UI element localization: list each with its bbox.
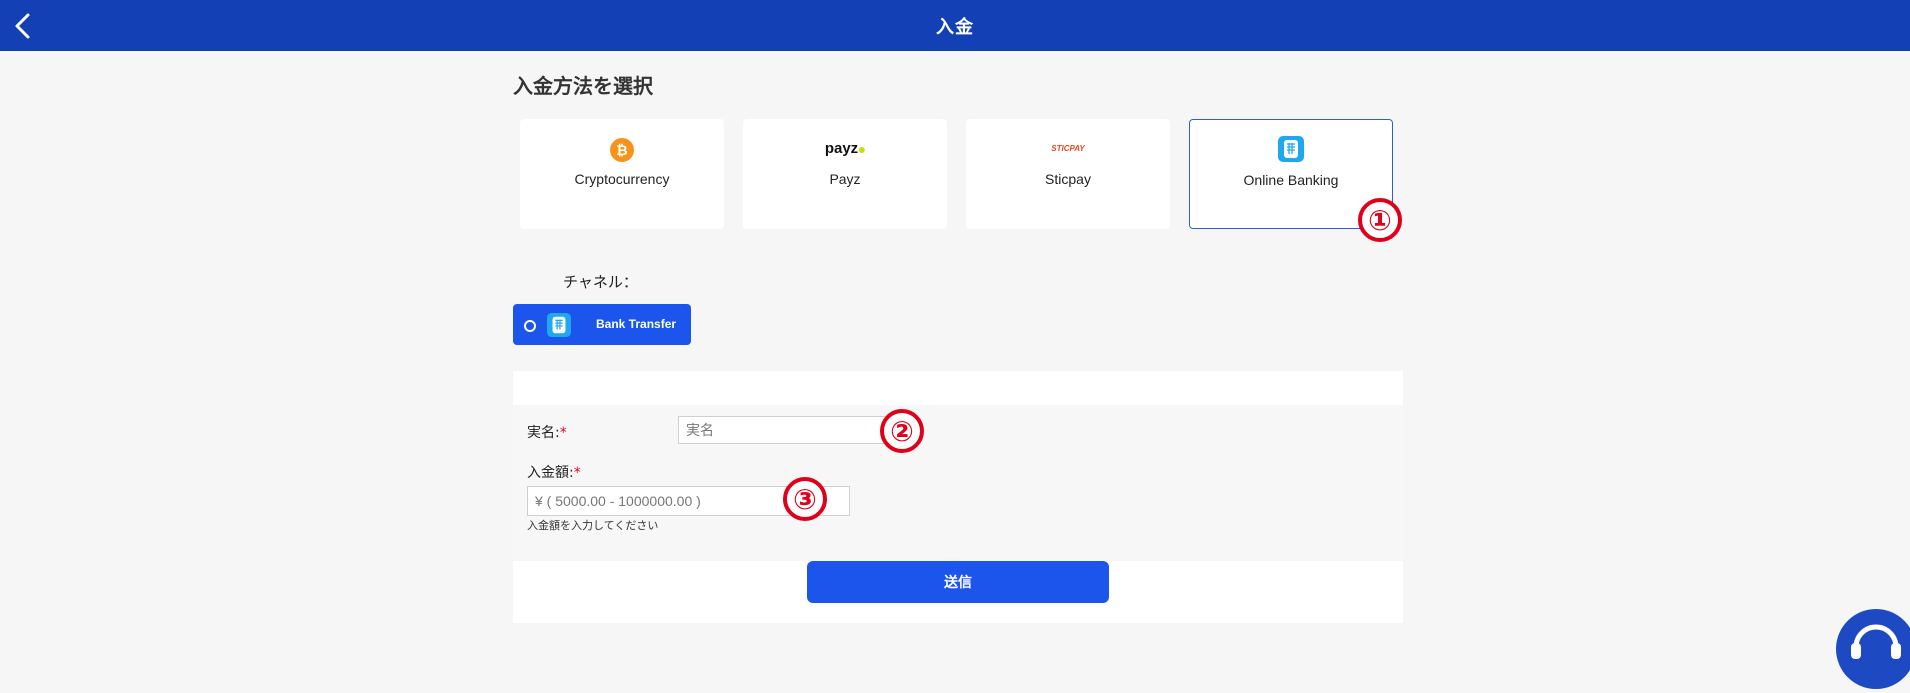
real-name-label: 実名:*: [527, 422, 567, 442]
sticpay-logo: STICPAY: [1051, 144, 1084, 153]
bank-transfer-icon: [547, 313, 571, 341]
amount-label-text: 入金額:: [527, 465, 574, 481]
method-card-cryptocurrency[interactable]: ₿ Cryptocurrency: [520, 119, 724, 229]
submit-button[interactable]: 送信: [807, 561, 1109, 603]
method-label: Online Banking: [1243, 172, 1339, 188]
amount-label: 入金額:*: [527, 462, 581, 482]
payz-logo: payz: [824, 140, 866, 157]
bitcoin-icon: ₿: [610, 138, 634, 166]
form-area: [513, 405, 1403, 561]
channel-option-bank-transfer[interactable]: Bank Transfer: [513, 304, 691, 345]
section-title: 入金方法を選択: [513, 74, 653, 98]
headset-icon: [1851, 624, 1901, 659]
annotation-marker-2: ②: [880, 409, 924, 453]
method-label: Cryptocurrency: [574, 171, 670, 187]
method-label: Payz: [829, 171, 861, 187]
channel-label: チャネル：: [563, 273, 638, 291]
customer-support-button[interactable]: [1836, 609, 1910, 689]
method-card-payz[interactable]: payz Payz: [743, 119, 947, 229]
payz-dot-icon: [859, 147, 866, 153]
online-banking-icon: [1278, 136, 1304, 166]
annotation-marker-1: ①: [1358, 198, 1402, 242]
amount-hint: 入金額を入力してください: [527, 519, 659, 532]
required-mark: *: [559, 425, 567, 441]
svg-text:₿: ₿: [616, 143, 627, 159]
header-bar: 入金: [0, 0, 1910, 51]
required-mark: *: [573, 465, 581, 481]
payz-logo-text: payz: [824, 140, 859, 157]
real-name-label-text: 実名:: [527, 425, 560, 441]
method-label: Sticpay: [1045, 171, 1091, 187]
real-name-input[interactable]: [678, 416, 890, 444]
annotation-marker-3: ③: [783, 477, 827, 521]
channel-option-label: Bank Transfer: [596, 317, 677, 331]
sticpay-logo-text: STICPAY: [1051, 144, 1085, 153]
page-title: 入金: [936, 17, 974, 38]
method-card-sticpay[interactable]: STICPAY Sticpay: [966, 119, 1170, 229]
radio-icon: [524, 320, 536, 332]
